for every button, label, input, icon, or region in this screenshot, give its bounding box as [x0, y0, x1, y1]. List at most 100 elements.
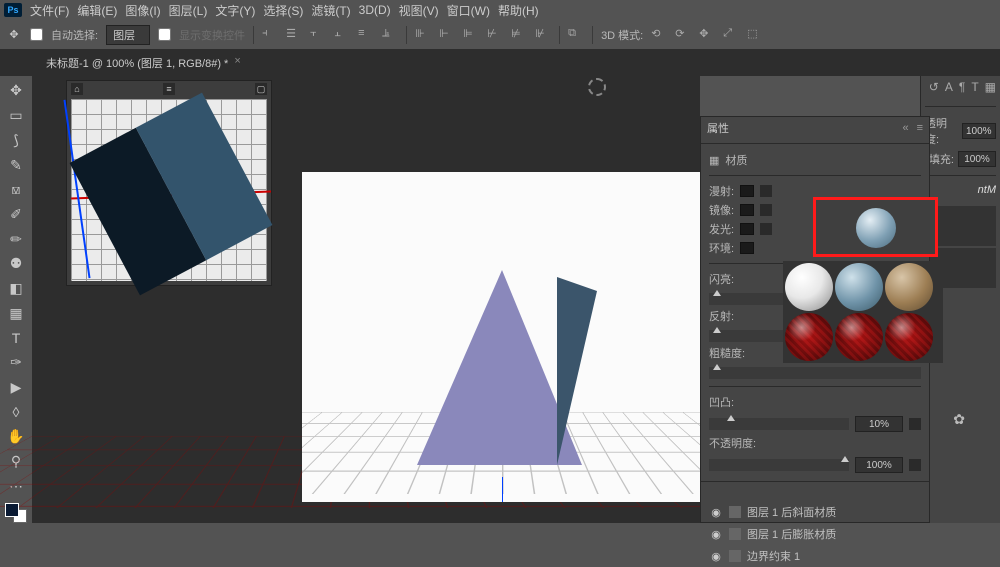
auto-select-check[interactable]: [30, 28, 43, 41]
align-1-icon[interactable]: ⫞: [262, 27, 278, 43]
3d-slide-icon[interactable]: ⤢: [723, 27, 739, 43]
visibility-icon[interactable]: ◉: [709, 506, 723, 519]
align-5-icon[interactable]: ≡: [358, 27, 374, 43]
menu-layer[interactable]: 图层(L): [169, 2, 208, 19]
menu-file[interactable]: 文件(F): [30, 2, 69, 19]
show-transform-check[interactable]: [158, 28, 171, 41]
opacity-folder-icon[interactable]: [909, 459, 921, 471]
visibility-icon[interactable]: ◉: [709, 550, 723, 563]
menu-3d[interactable]: 3D(D): [359, 3, 391, 17]
marquee-tool[interactable]: ▭: [4, 105, 28, 127]
eyedropper-tool[interactable]: ✐: [4, 204, 28, 226]
loading-spinner-icon: [588, 78, 606, 96]
material-preset-blue[interactable]: [835, 263, 883, 311]
right-fill-value[interactable]: 100%: [958, 151, 996, 167]
bump-folder-icon[interactable]: [909, 418, 921, 430]
nav-icon-1[interactable]: ⌂: [71, 83, 83, 95]
glow-swatch[interactable]: [740, 223, 754, 235]
pen-tool[interactable]: ✑: [4, 352, 28, 374]
char-icon[interactable]: A: [945, 80, 953, 98]
opacity-label: 不透明度:: [709, 435, 921, 451]
3d-roll-icon[interactable]: ⟳: [675, 27, 691, 43]
dist-2-icon[interactable]: ⊩: [439, 27, 455, 43]
visibility-icon[interactable]: ◉: [709, 528, 723, 541]
menu-type[interactable]: 文字(Y): [215, 2, 255, 19]
material-preset-white[interactable]: [785, 263, 833, 311]
menu-image[interactable]: 图像(I): [125, 2, 160, 19]
3d-prism-object[interactable]: [417, 270, 597, 465]
dist-1-icon[interactable]: ⊪: [415, 27, 431, 43]
rough-slider[interactable]: [709, 367, 921, 379]
type-tool[interactable]: T: [4, 327, 28, 349]
3d-drag-icon[interactable]: ✥: [699, 27, 715, 43]
align-4-icon[interactable]: ⫠: [334, 27, 350, 43]
arrange-icon[interactable]: ⧉: [568, 27, 584, 43]
lasso-tool[interactable]: ⟆: [4, 129, 28, 151]
layer-row[interactable]: ◉边界约束 1: [709, 545, 923, 567]
document-tab[interactable]: 未标题-1 @ 100% (图层 1, RGB/8#) * ×: [36, 51, 251, 77]
bump-value[interactable]: 10%: [855, 416, 903, 432]
path-select-tool[interactable]: ▶: [4, 377, 28, 399]
diffuse-label: 漫射:: [709, 183, 734, 199]
material-preset-tile-red[interactable]: [835, 313, 883, 361]
separator: [592, 26, 593, 44]
opacity-value[interactable]: 100%: [855, 457, 903, 473]
material-preset-brick-red[interactable]: [885, 313, 933, 361]
brush-tool[interactable]: ✏: [4, 228, 28, 250]
menu-view[interactable]: 视图(V): [399, 2, 439, 19]
menu-help[interactable]: 帮助(H): [498, 2, 539, 19]
eraser-tool[interactable]: ◧: [4, 278, 28, 300]
dist-5-icon[interactable]: ⊭: [511, 27, 527, 43]
type-icon[interactable]: T: [971, 80, 978, 98]
move-tool[interactable]: ✥: [4, 80, 28, 102]
opacity-slider[interactable]: [709, 459, 849, 471]
crop-tool[interactable]: ⟏: [4, 179, 28, 201]
menu-window[interactable]: 窗口(W): [447, 2, 490, 19]
menu-filter[interactable]: 滤镜(T): [311, 2, 350, 19]
canvas-area[interactable]: ⌂ ≡ ▢: [32, 76, 700, 523]
material-preset-wood[interactable]: [885, 263, 933, 311]
tab-bar: 未标题-1 @ 100% (图层 1, RGB/8#) * ×: [0, 50, 1000, 76]
layer-row[interactable]: ◉图层 1 后膨胀材质: [709, 523, 923, 545]
right-opacity-value[interactable]: 100%: [962, 123, 996, 139]
panel-collapse-icon[interactable]: «: [902, 122, 908, 134]
align-2-icon[interactable]: ☰: [286, 27, 302, 43]
diffuse-folder-icon[interactable]: [760, 185, 772, 197]
align-6-icon[interactable]: ⫡: [382, 27, 398, 43]
glow-folder-icon[interactable]: [760, 223, 772, 235]
diffuse-swatch[interactable]: [740, 185, 754, 197]
close-tab-icon[interactable]: ×: [234, 55, 240, 71]
quick-select-tool[interactable]: ✎: [4, 154, 28, 176]
material-preset-fabric-red[interactable]: [785, 313, 833, 361]
shape-tool[interactable]: ◊: [4, 401, 28, 423]
specular-folder-icon[interactable]: [760, 204, 772, 216]
menu-edit[interactable]: 编辑(E): [77, 2, 117, 19]
layer-name: 图层 1 后斜面材质: [747, 504, 836, 520]
dist-4-icon[interactable]: ⊬: [487, 27, 503, 43]
show-transform-label: 显示变换控件: [179, 27, 245, 43]
material-settings-icon[interactable]: ✿: [953, 411, 965, 428]
3d-mode-label: 3D 模式:: [601, 27, 643, 43]
nav-icon-2[interactable]: ≡: [163, 83, 175, 95]
material-preview-sphere[interactable]: [856, 208, 896, 248]
document-canvas[interactable]: [302, 172, 702, 502]
auto-select-dropdown[interactable]: 图层: [106, 25, 150, 45]
dist-6-icon[interactable]: ⊮: [535, 27, 551, 43]
nav-icon-3[interactable]: ▢: [255, 83, 267, 95]
layer-row[interactable]: ◉ 图层 1 后斜面材质: [709, 501, 923, 523]
gradient-tool[interactable]: ▦: [4, 302, 28, 324]
bump-slider[interactable]: [709, 418, 849, 430]
panel-menu-icon[interactable]: ≡: [917, 122, 923, 134]
swatch-icon[interactable]: ▦: [985, 80, 996, 98]
para-icon[interactable]: ¶: [959, 80, 965, 98]
3d-scale-icon[interactable]: ⬚: [747, 27, 763, 43]
specular-swatch[interactable]: [740, 204, 754, 216]
ambient-swatch[interactable]: [740, 242, 754, 254]
secondary-view[interactable]: ⌂ ≡ ▢: [66, 80, 272, 286]
3d-rotate-icon[interactable]: ⟲: [651, 27, 667, 43]
menu-select[interactable]: 选择(S): [263, 2, 303, 19]
dist-3-icon[interactable]: ⊫: [463, 27, 479, 43]
stamp-tool[interactable]: ⚉: [4, 253, 28, 275]
history-icon[interactable]: ↺: [929, 80, 939, 98]
align-3-icon[interactable]: ⫟: [310, 27, 326, 43]
